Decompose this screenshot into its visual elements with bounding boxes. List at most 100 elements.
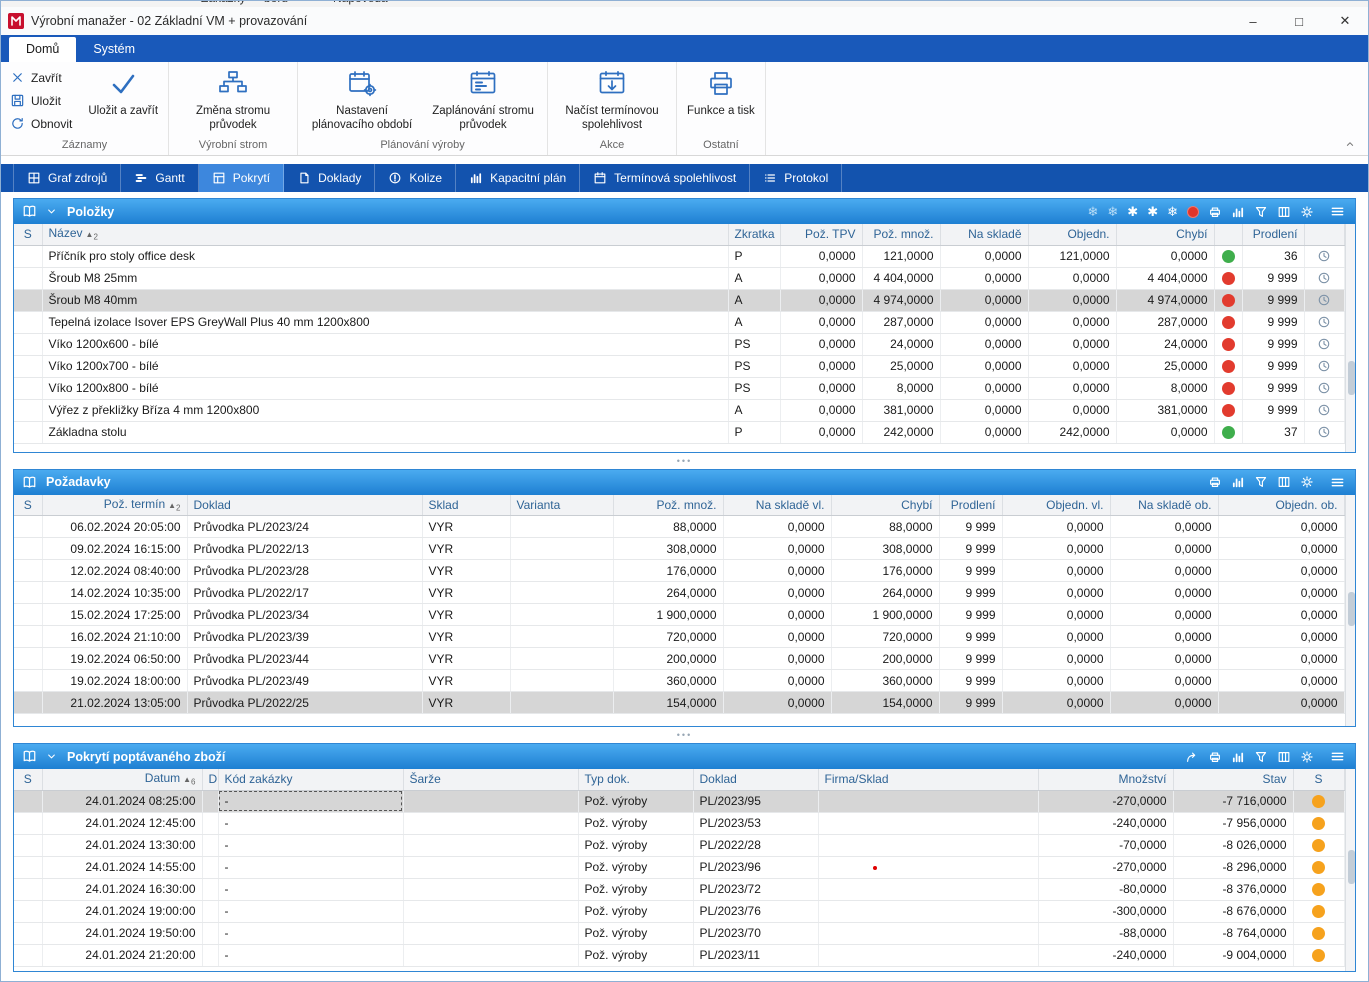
cell-status[interactable]	[1293, 878, 1344, 900]
cell-d[interactable]	[202, 944, 218, 966]
cell-objedn[interactable]: 0,0000	[1028, 311, 1116, 333]
column-header-sarze[interactable]: Šarže	[403, 769, 578, 790]
cell-stav[interactable]: -8 026,0000	[1173, 834, 1293, 856]
panel-splitter[interactable]	[13, 727, 1356, 743]
cell-poz_tpv[interactable]: 0,0000	[780, 267, 862, 289]
cell-s[interactable]	[14, 922, 42, 944]
cell-status[interactable]	[1293, 834, 1344, 856]
cell-s[interactable]	[14, 604, 42, 626]
cell-s[interactable]	[14, 421, 42, 443]
cell-objedn_vl[interactable]: 0,0000	[1002, 560, 1110, 582]
cell-sklad[interactable]: VYR	[422, 582, 510, 604]
cell-sklad[interactable]: VYR	[422, 538, 510, 560]
cell-na_sklade_vl[interactable]: 0,0000	[723, 648, 831, 670]
cell-na_sklade_ob[interactable]: 0,0000	[1110, 604, 1218, 626]
cell-s[interactable]	[14, 289, 42, 311]
scrollbar-thumb[interactable]	[1348, 361, 1355, 395]
close-button[interactable]: ✕	[1322, 7, 1368, 35]
minimize-button[interactable]: –	[1230, 7, 1276, 35]
chart-icon[interactable]	[1231, 475, 1245, 489]
column-header-blank[interactable]	[1304, 224, 1344, 245]
cell-zkratka[interactable]: PS	[728, 333, 780, 355]
tab-protokol[interactable]: Protokol	[750, 164, 842, 192]
cell-kod_zakazky[interactable]: -	[218, 856, 403, 878]
book-icon[interactable]	[22, 475, 37, 490]
chevron-down-icon[interactable]	[45, 205, 58, 218]
cell-na_sklade[interactable]: 0,0000	[940, 355, 1028, 377]
cell-poz_mnoz[interactable]: 242,0000	[862, 421, 940, 443]
cell-prodleni[interactable]: 9 999	[939, 516, 1002, 538]
cell-varianta[interactable]	[510, 648, 613, 670]
cell-prodleni[interactable]: 9 999	[939, 692, 1002, 714]
cell-doklad[interactable]: PL/2023/76	[693, 900, 818, 922]
columns-icon[interactable]	[1277, 750, 1291, 764]
scrollbar-thumb[interactable]	[1348, 850, 1355, 884]
cell-status[interactable]	[1293, 944, 1344, 966]
cell-poz_tpv[interactable]: 0,0000	[780, 355, 862, 377]
cell-status[interactable]	[1214, 377, 1242, 399]
column-header-mnozstvi[interactable]: Množství	[1038, 769, 1173, 790]
cell-stav[interactable]: -9 004,0000	[1173, 944, 1293, 966]
column-header-na-sklade-vl[interactable]: Na skladě vl.	[723, 495, 831, 516]
column-header-nazev[interactable]: Název▲2	[42, 224, 728, 245]
cell-chybi[interactable]: 88,0000	[831, 516, 939, 538]
column-header-sklad[interactable]: Sklad	[422, 495, 510, 516]
table-row[interactable]: 09.02.2024 16:15:00Průvodka PL/2022/13VY…	[14, 538, 1344, 560]
cell-termin[interactable]: 12.02.2024 08:40:00	[42, 560, 187, 582]
table-row[interactable]: 24.01.2024 12:45:00-Pož. výrobyPL/2023/5…	[14, 812, 1344, 834]
cell-poz_mnoz[interactable]: 308,0000	[613, 538, 723, 560]
cell-chybi[interactable]: 1 900,0000	[831, 604, 939, 626]
cell-s[interactable]	[14, 377, 42, 399]
cell-datum[interactable]: 24.01.2024 12:45:00	[42, 812, 202, 834]
cell-doklad[interactable]: PL/2023/11	[693, 944, 818, 966]
vertical-scrollbar[interactable]	[1345, 495, 1356, 727]
cell-prodleni[interactable]: 9 999	[939, 670, 1002, 692]
column-header-objedn[interactable]: Objedn.	[1028, 224, 1116, 245]
scrollbar-thumb[interactable]	[1348, 592, 1355, 626]
chevron-down-icon[interactable]	[45, 750, 58, 763]
ribbon-tab-system[interactable]: Systém	[76, 37, 152, 62]
cell-varianta[interactable]	[510, 582, 613, 604]
cell-datum[interactable]: 24.01.2024 21:20:00	[42, 944, 202, 966]
cell-chybi[interactable]: 381,0000	[1116, 399, 1214, 421]
column-header-chybi[interactable]: Chybí	[831, 495, 939, 516]
cell-prodleni[interactable]: 9 999	[1242, 355, 1304, 377]
cell-doklad[interactable]: Průvodka PL/2023/28	[187, 560, 422, 582]
table-row[interactable]: Víko 1200x800 - bíléPS0,00008,00000,0000…	[14, 377, 1344, 399]
cell-nazev[interactable]: Víko 1200x800 - bílé	[42, 377, 728, 399]
cell-s[interactable]	[14, 538, 42, 560]
cell-doklad[interactable]: Průvodka PL/2023/44	[187, 648, 422, 670]
cell-prodleni[interactable]: 9 999	[939, 582, 1002, 604]
cell-mnozstvi[interactable]: -88,0000	[1038, 922, 1173, 944]
cell-poz_tpv[interactable]: 0,0000	[780, 421, 862, 443]
cell-poz_tpv[interactable]: 0,0000	[780, 377, 862, 399]
cell-firma_sklad[interactable]	[818, 944, 1038, 966]
cell-termin[interactable]: 09.02.2024 16:15:00	[42, 538, 187, 560]
cell-clock[interactable]	[1304, 355, 1344, 377]
column-header-d[interactable]: D	[202, 769, 218, 790]
cell-poz_mnoz[interactable]: 381,0000	[862, 399, 940, 421]
cell-mnozstvi[interactable]: -80,0000	[1038, 878, 1173, 900]
cell-varianta[interactable]	[510, 516, 613, 538]
cell-nazev[interactable]: Výřez z překližky Bříza 4 mm 1200x800	[42, 399, 728, 421]
cell-objedn_ob[interactable]: 0,0000	[1218, 560, 1344, 582]
cell-s[interactable]	[14, 516, 42, 538]
cell-kod_zakazky[interactable]: -	[218, 790, 403, 812]
printer-icon[interactable]	[1208, 205, 1222, 219]
cell-varianta[interactable]	[510, 604, 613, 626]
cell-poz_mnoz[interactable]: 4 974,0000	[862, 289, 940, 311]
cell-nazev[interactable]: Víko 1200x600 - bílé	[42, 333, 728, 355]
chart-icon[interactable]	[1231, 205, 1245, 219]
gear-icon[interactable]	[1300, 205, 1314, 219]
cell-objedn_vl[interactable]: 0,0000	[1002, 516, 1110, 538]
nastaveni-planovaciho-obdobi-button[interactable]: Nastavení plánovacího období	[303, 64, 421, 138]
cell-poz_tpv[interactable]: 0,0000	[780, 399, 862, 421]
columns-icon[interactable]	[1277, 205, 1291, 219]
ulozit-button[interactable]: Uložit	[6, 89, 80, 112]
column-header-objedn-ob[interactable]: Objedn. ob.	[1218, 495, 1344, 516]
cell-d[interactable]	[202, 878, 218, 900]
cell-objedn[interactable]: 0,0000	[1028, 355, 1116, 377]
cell-doklad[interactable]: Průvodka PL/2023/24	[187, 516, 422, 538]
table-row[interactable]: 14.02.2024 10:35:00Průvodka PL/2022/17VY…	[14, 582, 1344, 604]
cell-na_sklade_ob[interactable]: 0,0000	[1110, 560, 1218, 582]
